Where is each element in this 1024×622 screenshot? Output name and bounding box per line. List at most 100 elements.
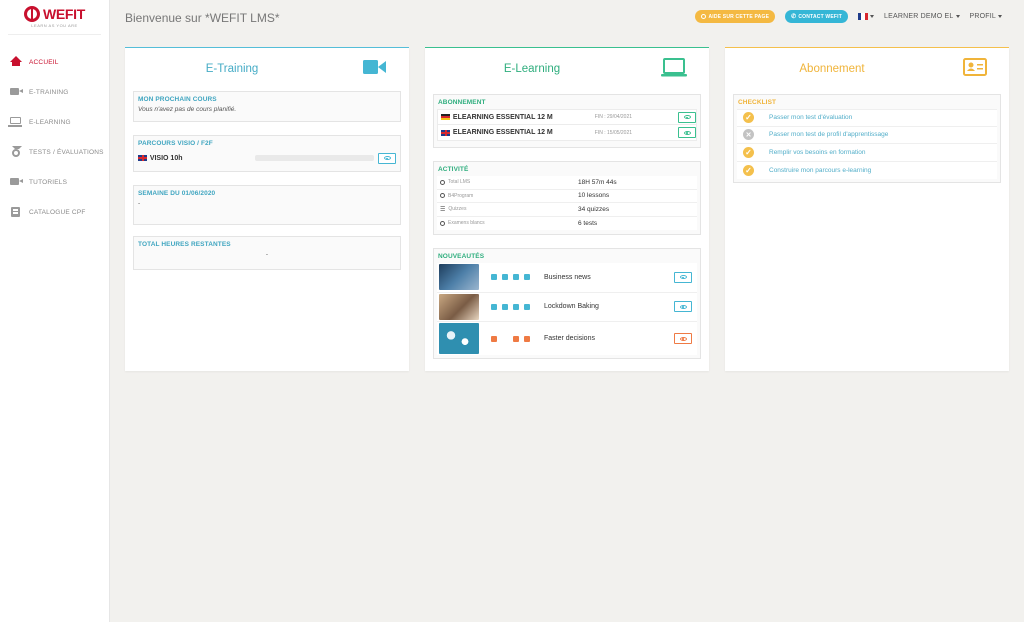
list-icon [524, 303, 530, 310]
checklist-item[interactable]: ✓ Remplir vos besoins en formation [737, 144, 997, 162]
section-heading: NOUVEAUTÉS [438, 253, 485, 260]
parcours-item-label: VISIO 10h [149, 154, 183, 162]
activity-section: ACTIVITÉ Total LMS 18H 57m 44s B4Program… [433, 161, 701, 235]
hours-text: - [265, 251, 269, 258]
next-course-text: Vous n'avez pas de cours planifié. [138, 106, 237, 113]
abonnement-card: Abonnement CHECKLIST ✓ Passer mon test d… [725, 47, 1009, 371]
audio-icon [502, 336, 508, 342]
audio-icon [502, 303, 508, 310]
medal-icon [440, 220, 445, 226]
news-thumbnail[interactable] [439, 264, 479, 291]
language-dropdown[interactable] [857, 13, 874, 20]
user-menu-label: LEARNER DEMO EL [883, 13, 954, 20]
list-icon [524, 335, 530, 342]
section-heading: CHECKLIST [738, 99, 777, 106]
clock-icon [440, 193, 445, 199]
list-icon [524, 274, 530, 281]
checklist-item-label: Passer mon test d'évaluation [769, 114, 853, 122]
view-subscription-button[interactable] [678, 127, 696, 138]
book-icon [11, 207, 20, 217]
contact-button-label: CONTACT WEFIT [798, 13, 842, 20]
checklist-item-label: Remplir vos besoins en formation [769, 148, 866, 156]
news-thumbnail[interactable] [439, 323, 479, 354]
checklist-item[interactable]: ✕ Passer mon test de profil d'apprentiss… [737, 126, 997, 144]
news-title: Faster decisions [544, 335, 595, 342]
sidebar-item-e-training[interactable]: E-TRAINING [0, 77, 109, 107]
view-news-button[interactable] [674, 333, 692, 344]
checklist-item[interactable]: ✓ Passer mon test d'évaluation [737, 109, 997, 127]
activity-row: ☰ Quizzes 34 quizzes [437, 203, 697, 217]
etraining-card: E-Training MON PROCHAIN COURS Vous n'ave… [125, 47, 409, 371]
page-title: Bienvenue sur *WEFIT LMS* [125, 10, 280, 25]
chevron-down-icon [869, 15, 874, 18]
checklist-item-label: Construire mon parcours e-learning [769, 166, 872, 174]
section-heading: TOTAL HEURES RESTANTES [138, 241, 231, 248]
eye-icon [683, 130, 691, 135]
logo[interactable]: WEFIT LEARN AS YOU ARE [8, 0, 101, 35]
news-title: Business news [544, 273, 591, 281]
view-news-button[interactable] [674, 301, 692, 313]
cross-circle-icon: ✕ [743, 129, 754, 141]
uk-flag-icon [441, 129, 450, 136]
video-camera-icon [10, 178, 23, 185]
check-circle-icon: ✓ [743, 146, 754, 158]
sidebar: WEFIT LEARN AS YOU ARE ACCUEIL E-TRAININ… [0, 0, 110, 622]
sidebar-item-label: TESTS / ÉVALUATIONS [29, 148, 104, 156]
germany-flag-icon [441, 114, 450, 120]
activity-row: Examens blancs 6 tests [437, 216, 697, 230]
video-camera-icon [513, 303, 519, 310]
sidebar-item-tests[interactable]: TESTS / ÉVALUATIONS [0, 137, 109, 167]
activity-value: 34 quizzes [578, 205, 610, 213]
card-title: Abonnement [799, 63, 865, 75]
activity-row: B4Program 10 lessons [437, 189, 697, 203]
news-thumbnail[interactable] [439, 293, 479, 320]
checklist-item[interactable]: ✓ Construire mon parcours e-learning [737, 161, 997, 179]
card-title: E-Learning [503, 63, 561, 75]
help-button[interactable]: AIDE SUR CETTE PAGE [695, 10, 776, 23]
profile-menu-label: PROFIL [969, 13, 996, 20]
activity-row: Total LMS 18H 57m 44s [437, 176, 697, 190]
check-circle-icon: ✓ [743, 164, 754, 176]
sidebar-item-accueil[interactable]: ACCUEIL [0, 47, 109, 77]
subscription-name: ELEARNING ESSENTIAL 12 M [452, 113, 553, 121]
check-circle-icon: ✓ [743, 112, 754, 124]
id-card-icon [963, 58, 987, 78]
user-menu[interactable]: LEARNER DEMO EL [884, 13, 960, 20]
parcours-progress-bar [254, 155, 375, 161]
subscription-name: ELEARNING ESSENTIAL 12 M [452, 129, 553, 136]
history-icon [440, 179, 445, 185]
sidebar-item-catalogue-cpf[interactable]: CATALOGUE CPF [0, 197, 109, 227]
view-parcours-button[interactable] [378, 152, 396, 164]
eye-icon [679, 336, 687, 341]
profile-menu[interactable]: PROFIL [970, 13, 1002, 20]
video-camera-icon [363, 58, 387, 78]
subscription-row: ELEARNING ESSENTIAL 12 M FIN : 29/04/202… [437, 109, 697, 125]
checklist-section: CHECKLIST ✓ Passer mon test d'évaluation… [733, 94, 1001, 183]
activity-label: B4Program [448, 192, 474, 199]
activity-value: 18H 57m 44s [578, 178, 617, 186]
section-heading: SEMAINE DU 01/06/2020 [138, 190, 216, 197]
week-section: SEMAINE DU 01/06/2020 - [133, 185, 401, 225]
subscription-end: FIN : 29/04/2021 [594, 114, 633, 120]
sidebar-item-label: ACCUEIL [29, 58, 59, 66]
logo-text: WEFIT [42, 6, 86, 22]
news-title: Lockdown Baking [544, 303, 599, 311]
contact-button[interactable]: ✆ CONTACT WEFIT [785, 10, 848, 23]
view-subscription-button[interactable] [678, 111, 696, 123]
sidebar-item-e-learning[interactable]: E-LEARNING [0, 107, 109, 137]
logo-tagline: LEARN AS YOU ARE [31, 23, 78, 28]
eye-icon [679, 275, 687, 280]
parcours-section: PARCOURS VISIO / F2F VISIO 10h [133, 135, 401, 172]
subscription-end: FIN : 15/05/2021 [594, 129, 633, 136]
activity-value: 10 lessons [578, 192, 610, 200]
news-row: Lockdown Baking [437, 292, 697, 322]
logo-mark-icon [23, 6, 40, 22]
sidebar-item-tutoriels[interactable]: TUTORIELS [0, 167, 109, 197]
eye-icon [383, 156, 391, 160]
news-row: Faster decisions [437, 322, 697, 355]
activity-label: Total LMS [448, 179, 471, 186]
book-icon [491, 335, 497, 342]
view-news-button[interactable] [674, 271, 692, 283]
topbar: Bienvenue sur *WEFIT LMS* AIDE SUR CETTE… [110, 0, 1024, 35]
sidebar-item-label: E-LEARNING [29, 118, 71, 126]
